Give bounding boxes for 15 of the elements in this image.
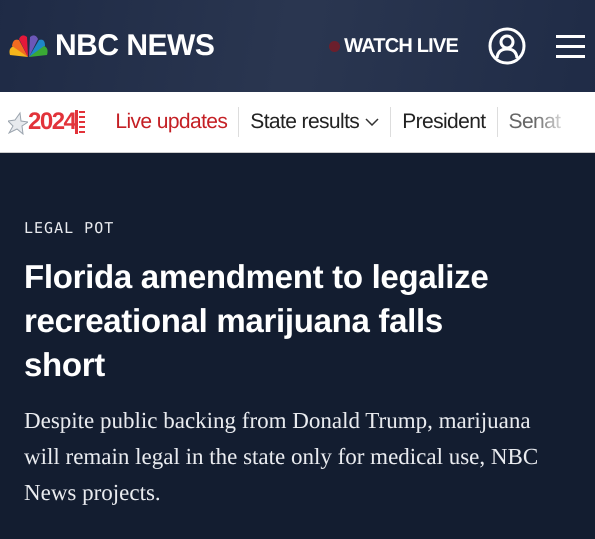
summary: Despite public backing from Donald Trump, marijuana will remain legal in the state only for medical use, NBC News projects. [24,407,540,507]
watch-live-button[interactable]: WATCH LIVE [329,34,458,58]
nav-link[interactable]: Senat [498,110,572,134]
headline[interactable]: Florida amendment to legalize recreational marijuana falls short [24,255,524,387]
election-year-logo[interactable]: 2024 [28,108,76,136]
nav-link[interactable]: State results [239,110,390,134]
account-icon[interactable] [488,27,526,65]
star-icon [8,109,28,135]
nav-link[interactable]: President [391,110,497,134]
menu-icon[interactable] [556,34,585,58]
section-label: LEGAL POT [24,219,116,237]
nav-link[interactable]: Live updates [115,110,238,134]
peacock-logo-icon [8,33,49,59]
nbc-news-logo[interactable]: NBC NEWS [55,29,214,63]
stripes-icon [75,110,86,134]
